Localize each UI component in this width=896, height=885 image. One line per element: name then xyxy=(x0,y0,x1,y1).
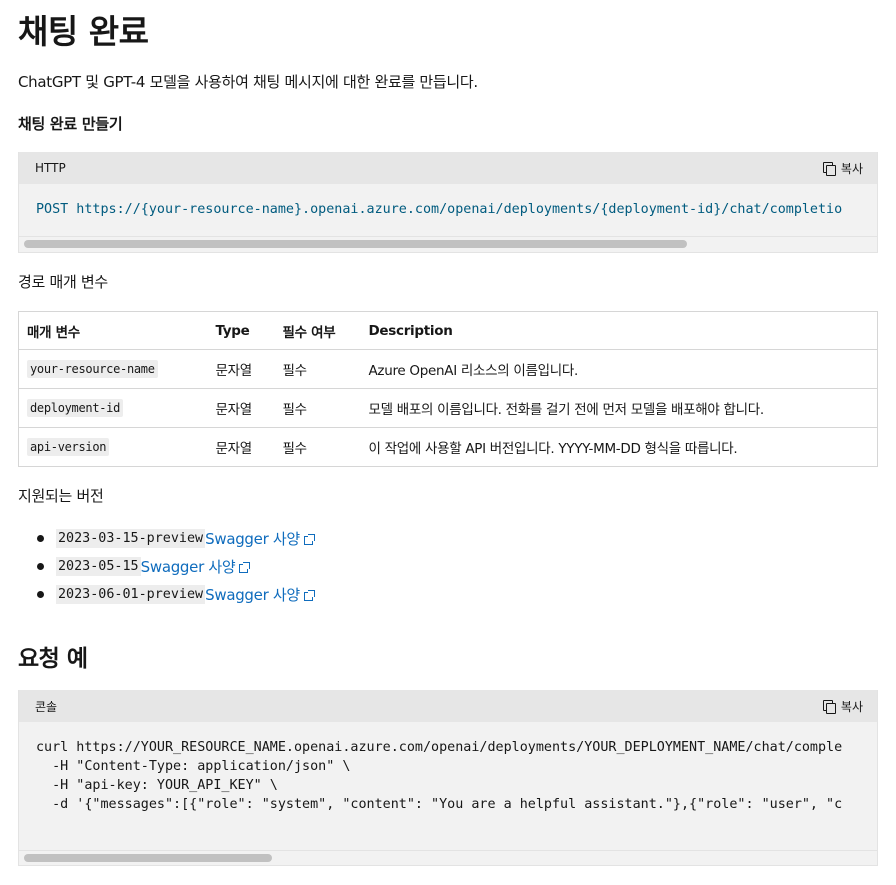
swagger-link-label[interactable]: Swagger 사양 xyxy=(205,586,300,604)
param-type: 문자열 xyxy=(207,349,275,389)
console-code-block: 콘솔 복사 curl https://YOUR_RESOURCE_NAME.op… xyxy=(18,690,878,866)
param-name: deployment-id xyxy=(27,399,124,417)
versions-list: 2023-03-15-preview Swagger 사양 2023-05-15… xyxy=(18,524,315,608)
table-row: api-version 문자열 필수 이 작업에 사용할 API 버전입니다. … xyxy=(18,427,878,467)
table-row: your-resource-name 문자열 필수 Azure OpenAI 리… xyxy=(18,349,878,389)
param-name: api-version xyxy=(27,438,110,456)
swagger-link[interactable]: Swagger 사양 xyxy=(205,528,315,549)
scrollbar-thumb[interactable] xyxy=(24,854,272,862)
column-header: Type xyxy=(207,311,275,350)
swagger-link-label[interactable]: Swagger 사양 xyxy=(141,558,236,576)
external-link-icon xyxy=(303,589,315,601)
param-required: 필수 xyxy=(274,427,361,467)
copy-label: 복사 xyxy=(840,161,863,176)
column-header: 매개 변수 xyxy=(18,311,208,350)
horizontal-scrollbar[interactable] xyxy=(19,236,877,250)
code-header: HTTP 복사 xyxy=(19,152,877,184)
example-heading: 요청 예 xyxy=(18,646,88,672)
swagger-link[interactable]: Swagger 사양 xyxy=(141,556,251,577)
code-language-label: HTTP xyxy=(35,161,66,175)
param-name: your-resource-name xyxy=(27,360,158,378)
param-type: 문자열 xyxy=(207,388,275,428)
path-params-table: 매개 변수 Type 필수 여부 Description your-resour… xyxy=(18,311,878,467)
code-header: 콘솔 복사 xyxy=(19,690,877,722)
page-title: 채팅 완료 xyxy=(18,12,149,51)
param-description: Azure OpenAI 리소스의 이름입니다. xyxy=(360,349,878,389)
version-code: 2023-06-01-preview xyxy=(56,584,206,604)
param-required: 필수 xyxy=(274,349,361,389)
external-link-icon xyxy=(239,561,251,573)
list-item: 2023-03-15-preview Swagger 사양 xyxy=(18,524,315,552)
param-type: 문자열 xyxy=(207,427,275,467)
scrollbar-thumb[interactable] xyxy=(24,240,687,248)
copy-button[interactable]: 복사 xyxy=(822,698,863,715)
copy-button[interactable]: 복사 xyxy=(822,160,863,177)
column-header: Description xyxy=(360,311,878,350)
http-code: POST https://{your-resource-name}.openai… xyxy=(36,202,843,217)
code-line: -d '{"messages":[{"role": "system", "con… xyxy=(36,797,843,812)
list-item: 2023-05-15 Swagger 사양 xyxy=(18,552,313,580)
column-header: 필수 여부 xyxy=(274,311,361,350)
list-item: 2023-06-01-preview Swagger 사양 xyxy=(18,580,315,608)
code-line: curl https://YOUR_RESOURCE_NAME.openai.a… xyxy=(36,740,843,755)
table-header-row: 매개 변수 Type 필수 여부 Description xyxy=(18,311,878,350)
external-link-icon xyxy=(303,533,315,545)
param-required: 필수 xyxy=(274,388,361,428)
version-code: 2023-03-15-preview xyxy=(56,528,206,548)
versions-heading: 지원되는 버전 xyxy=(18,487,104,505)
copy-icon xyxy=(822,699,836,714)
path-params-heading: 경로 매개 변수 xyxy=(18,273,108,291)
horizontal-scrollbar[interactable] xyxy=(19,850,877,864)
swagger-link-label[interactable]: Swagger 사양 xyxy=(205,530,300,548)
code-line: -H "Content-Type: application/json" \ xyxy=(36,759,351,774)
table-row: deployment-id 문자열 필수 모델 배포의 이름입니다. 전화를 걸… xyxy=(18,388,878,428)
http-code-block: HTTP 복사 POST https://{your-resource-name… xyxy=(18,152,878,253)
param-description: 이 작업에 사용할 API 버전입니다. YYYY-MM-DD 형식을 따릅니다… xyxy=(360,427,878,467)
param-description: 모델 배포의 이름입니다. 전화를 걸기 전에 먼저 모델을 배포해야 합니다. xyxy=(360,388,878,428)
console-code: curl https://YOUR_RESOURCE_NAME.openai.a… xyxy=(19,722,877,814)
code-language-label: 콘솔 xyxy=(35,699,58,714)
create-heading: 채팅 완료 만들기 xyxy=(18,115,123,133)
code-line: -H "api-key: YOUR_API_KEY" \ xyxy=(36,778,278,793)
page-description: ChatGPT 및 GPT-4 모델을 사용하여 채팅 메시지에 대한 완료를 … xyxy=(18,73,478,91)
version-code: 2023-05-15 xyxy=(56,556,141,576)
copy-label: 복사 xyxy=(840,699,863,714)
copy-icon xyxy=(822,161,836,176)
swagger-link[interactable]: Swagger 사양 xyxy=(205,584,315,605)
